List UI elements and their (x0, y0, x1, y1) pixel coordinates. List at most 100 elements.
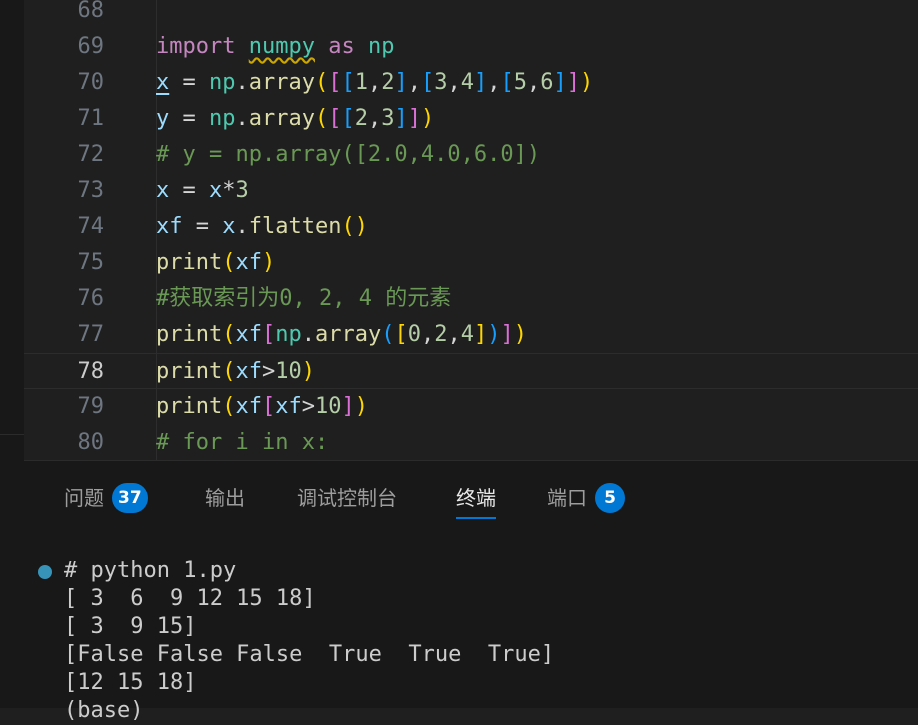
code-line[interactable]: 72 # y = np.array([2.0,4.0,6.0]) (24, 137, 918, 173)
code-token: . (235, 106, 249, 131)
code-token: [ (500, 70, 514, 95)
terminal-output-line: [12 15 18] (64, 670, 197, 695)
code-token: 3 (235, 178, 249, 203)
code-line[interactable]: 76 #获取索引为0, 2, 4 的元素 (24, 281, 918, 317)
tab-debug-console[interactable]: 调试控制台 (297, 483, 397, 513)
code-token: # for i in x: (156, 430, 329, 455)
code-token: , (487, 70, 501, 95)
tab-output[interactable]: 输出 (205, 483, 245, 513)
line-number: 70 (77, 70, 105, 95)
code-text: x = x*3 (156, 173, 249, 209)
code-token: ( (222, 359, 236, 384)
code-text: #获取索引为0, 2, 4 的元素 (156, 281, 451, 317)
activity-strip (0, 0, 24, 708)
code-token: ] (566, 70, 580, 95)
code-token: , (407, 70, 421, 95)
line-number: 71 (77, 106, 105, 131)
code-token: ) (579, 70, 594, 95)
code-token: 2 (434, 322, 448, 347)
code-token: ] (473, 70, 488, 95)
code-token: ) (513, 322, 527, 347)
code-token: x (209, 178, 223, 203)
code-token: 4 (460, 322, 474, 347)
bottom-panel: 问题 37 输出 调试控制台 终端 端口 5 # python 1.py [ 3 6… (24, 460, 918, 723)
code-token: ] (500, 322, 514, 347)
code-line[interactable]: 70 x = np.array([[1,2],[3,4],[5,6]]) (24, 65, 918, 101)
code-token: xf (235, 250, 262, 275)
problems-count-badge: 37 (112, 483, 148, 513)
code-text: # y = np.array([2.0,4.0,6.0]) (156, 137, 540, 173)
tab-terminal-label: 终端 (456, 486, 496, 510)
code-text: print(xf[xf>10]) (156, 389, 368, 425)
code-token: ] (473, 322, 488, 347)
code-token: 0 (407, 322, 421, 347)
line-number: 79 (77, 394, 105, 419)
code-token: array (314, 322, 382, 347)
code-token: . (235, 214, 249, 239)
code-token: x (156, 178, 170, 203)
code-token: [ (394, 322, 408, 347)
code-token: np (367, 34, 395, 59)
code-token: xf (156, 214, 183, 239)
code-token: array (248, 70, 315, 95)
line-number: 73 (77, 178, 105, 203)
code-line[interactable]: 74 xf = x.flatten() (24, 209, 918, 245)
code-token: 5 (513, 70, 527, 95)
tab-debug-console-label: 调试控制台 (297, 486, 397, 510)
code-token: [ (420, 70, 435, 95)
code-token: flatten (248, 214, 342, 239)
line-number: 69 (77, 34, 105, 59)
code-token: [ (328, 106, 342, 131)
code-token: as (328, 34, 355, 59)
code-token: , (420, 322, 435, 347)
code-token: ] (341, 394, 355, 419)
code-line[interactable]: 68 (24, 0, 918, 29)
terminal-output-line: [ 3 9 15] (64, 614, 197, 639)
code-text: # for i in x: (156, 425, 328, 460)
code-line[interactable]: 77 print(xf[np.array([0,2,4])]) (24, 317, 918, 353)
code-token: xf (235, 359, 262, 384)
tab-output-label: 输出 (205, 486, 245, 510)
code-token: * (222, 178, 236, 203)
code-text: print(xf[np.array([0,2,4])]) (156, 317, 527, 353)
code-token: 3 (381, 106, 395, 131)
code-line[interactable]: 79 print(xf[xf>10]) (24, 389, 918, 425)
code-token: . (301, 322, 315, 347)
code-token: 1 (354, 70, 368, 95)
code-token: ) (420, 106, 435, 131)
command-status-dot-icon[interactable] (38, 565, 52, 579)
code-token: , (526, 70, 541, 95)
code-token: 10 (314, 394, 342, 419)
code-line[interactable]: 80 # for i in x: (24, 425, 918, 460)
code-editor[interactable]: 68 69 import numpy as np 70 x = np.array([[1… (24, 0, 918, 460)
code-token: ( (222, 322, 236, 347)
line-number: 72 (77, 142, 105, 167)
code-line[interactable]: 75 print(xf) (24, 245, 918, 281)
code-line[interactable]: 73 x = x*3 (24, 173, 918, 209)
code-text: x = np.array([[1,2],[3,4],[5,6]]) (156, 65, 593, 101)
code-token: > (261, 359, 276, 384)
code-token: = (169, 70, 209, 95)
terminal-output-line: [ 3 6 9 12 15 18] (64, 586, 316, 611)
code-token: = (169, 178, 209, 203)
code-token: x (222, 214, 236, 239)
tab-terminal[interactable]: 终端 (456, 483, 496, 519)
line-number: 80 (77, 430, 105, 455)
code-token: xf (275, 394, 302, 419)
code-token: , (367, 106, 382, 131)
code-token: = (182, 214, 223, 239)
line-number: 78 (77, 359, 105, 384)
terminal-command-line: # python 1.py (64, 558, 237, 583)
tab-problems[interactable]: 问题 37 (64, 483, 148, 513)
code-text: print(xf>10) (156, 354, 315, 390)
code-line[interactable]: 78 print(xf>10) (24, 353, 918, 389)
code-token: #获取索引为0, 2, 4 的元素 (156, 286, 452, 311)
code-line[interactable]: 71 y = np.array([[2,3]]) (24, 101, 918, 137)
code-line[interactable]: 69 import numpy as np (24, 29, 918, 65)
code-token: import (156, 34, 236, 59)
tab-ports[interactable]: 端口 5 (547, 483, 625, 513)
code-token: 2 (354, 106, 368, 131)
code-token: ) (354, 394, 368, 419)
